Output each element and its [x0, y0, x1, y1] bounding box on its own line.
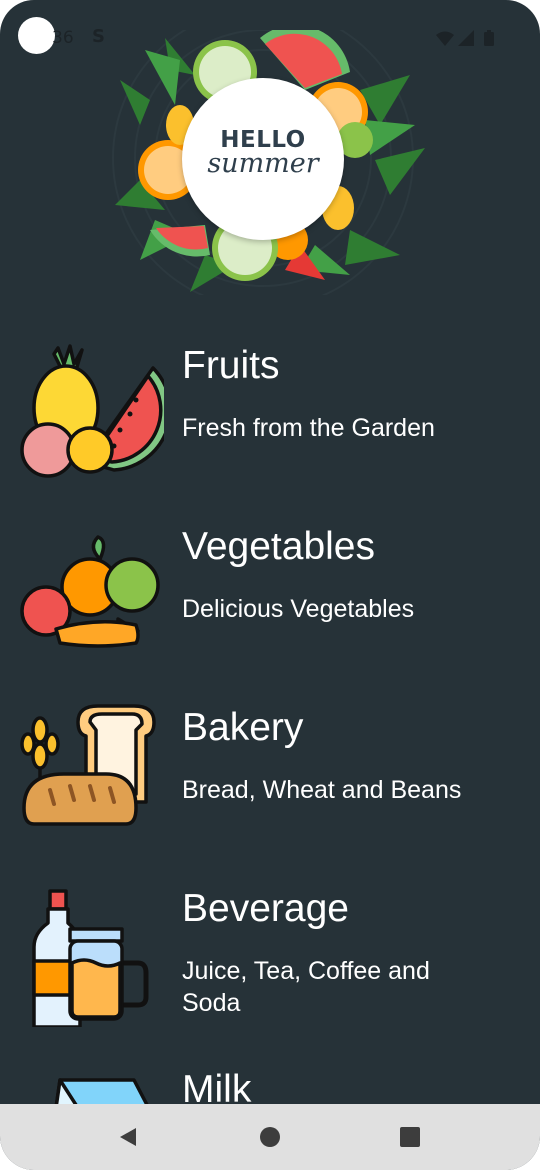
category-item-fruits[interactable]: Fruits Fresh from the Garden: [0, 330, 540, 500]
status-time: 36: [52, 28, 74, 48]
back-icon[interactable]: [112, 1121, 144, 1153]
sync-s-icon: S: [92, 26, 105, 47]
home-icon[interactable]: [254, 1121, 286, 1153]
system-nav-bar: [0, 1104, 540, 1170]
battery-icon: [484, 30, 494, 46]
hello-summer-banner: HELLO summer: [110, 30, 430, 295]
category-title: Vegetables: [182, 525, 376, 568]
category-subtitle: Delicious Vegetables: [182, 595, 415, 623]
category-item-beverage[interactable]: Beverage Juice, Tea, Coffee and Soda: [0, 873, 540, 1043]
beverage-icon: [32, 889, 149, 1027]
wifi-icon: [436, 31, 454, 46]
category-item-milk[interactable]: Milk: [0, 1054, 540, 1104]
hello-summer-badge: HELLO summer: [182, 78, 344, 240]
summer-text: summer: [207, 148, 319, 179]
app-screen: 36 S HELLO summer Fruits Fresh from the …: [0, 0, 540, 1170]
vegetables-icon: [20, 535, 160, 648]
category-title: Fruits: [182, 344, 280, 387]
camera-cutout: [18, 17, 55, 54]
category-title: Beverage: [182, 887, 349, 930]
status-icons: [434, 29, 502, 53]
milk-icon: [54, 1078, 149, 1104]
signal-icon: [458, 30, 474, 46]
category-item-bakery[interactable]: Bakery Bread, Wheat and Beans: [0, 692, 540, 862]
bakery-icon: [20, 704, 156, 826]
category-title: Bakery: [182, 706, 304, 749]
category-subtitle: Bread, Wheat and Beans: [182, 776, 462, 804]
category-title: Milk: [182, 1068, 252, 1104]
recents-icon[interactable]: [394, 1121, 426, 1153]
category-subtitle: Fresh from the Garden: [182, 414, 435, 442]
category-item-vegetables[interactable]: Vegetables Delicious Vegetables: [0, 511, 540, 681]
category-list[interactable]: Fruits Fresh from the Garden Vegetables …: [0, 330, 540, 1104]
fruits-icon: [20, 344, 164, 478]
category-subtitle: Juice, Tea, Coffee and Soda: [182, 957, 430, 1017]
